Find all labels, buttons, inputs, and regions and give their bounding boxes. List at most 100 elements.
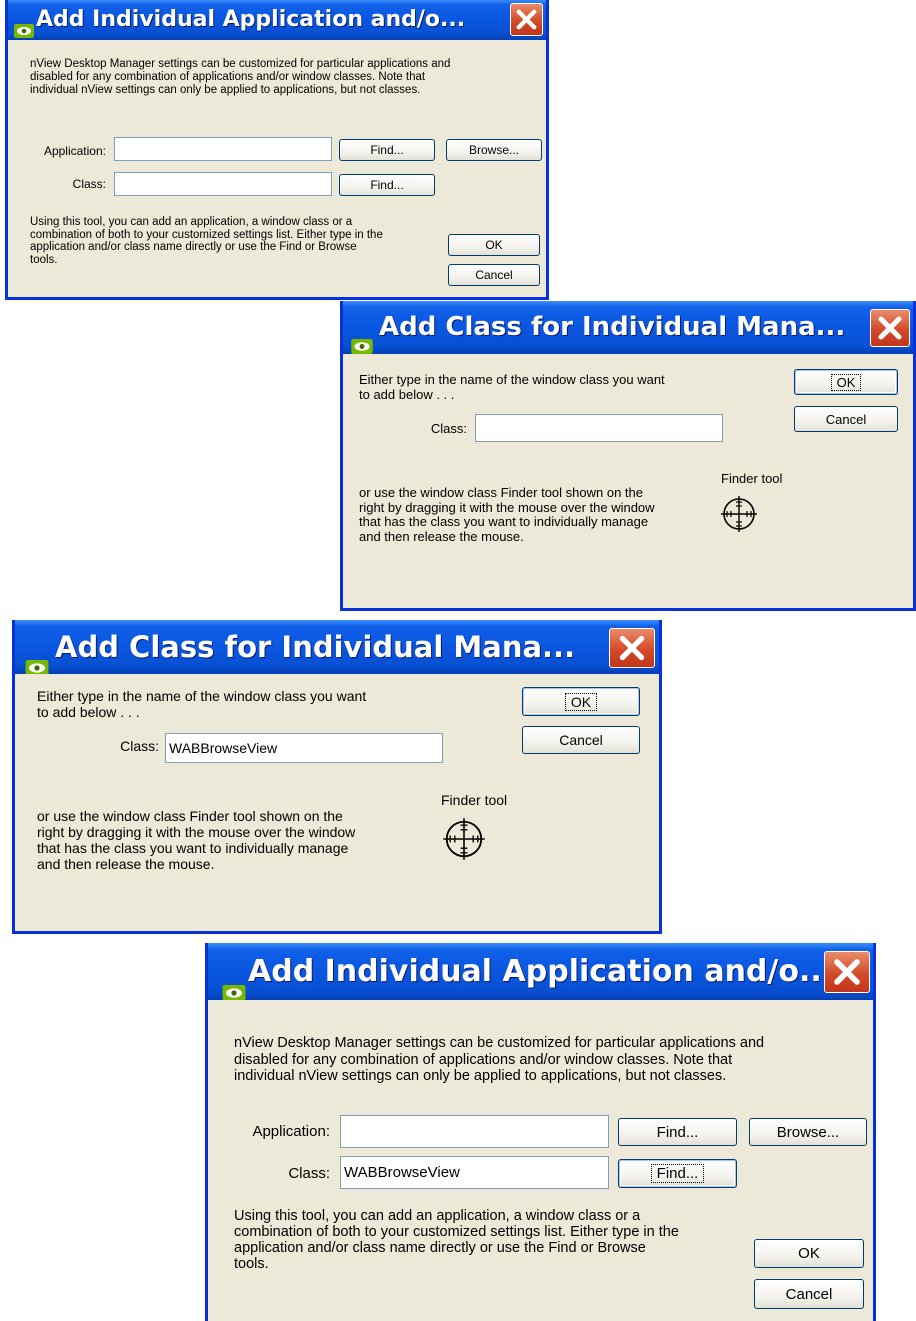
finder-line: that has the class you want to individua… (37, 840, 349, 856)
nvidia-eye-icon (351, 320, 373, 354)
nvidia-eye-icon (25, 639, 49, 674)
window-title: Add Individual Application and/o... (36, 7, 466, 32)
button-label: OK (830, 373, 862, 391)
button-label: Cancel (475, 268, 513, 282)
description-line: disabled for any combination of applicat… (234, 1051, 733, 1068)
intro-text: Either type in the name of the window cl… (359, 372, 665, 402)
application-label: Application: (252, 1123, 330, 1140)
application-input[interactable] (340, 1115, 609, 1148)
nvidia-eye-icon (14, 12, 34, 40)
close-button[interactable] (609, 628, 655, 668)
finder-line: or use the window class Finder tool show… (359, 485, 643, 500)
dialog-add-application-large: Add Individual Application and/o... nVie… (205, 943, 876, 1321)
intro-line: to add below . . . (359, 387, 455, 402)
application-input[interactable] (114, 137, 332, 161)
button-label: OK (798, 1245, 820, 1262)
button-label: Cancel (825, 411, 867, 427)
intro-text: Either type in the name of the window cl… (37, 688, 366, 720)
button-label: Find... (370, 178, 404, 192)
class-input[interactable]: WABBrowseView (340, 1156, 609, 1189)
cancel-button[interactable]: Cancel (522, 726, 640, 754)
help-line: combination of both to your customized s… (30, 228, 383, 241)
finder-tool-label: Finder tool (441, 792, 508, 808)
description-line: nView Desktop Manager settings can be cu… (30, 58, 451, 70)
cancel-button[interactable]: Cancel (794, 406, 898, 432)
button-label: OK (564, 692, 598, 711)
find-application-button[interactable]: Find... (618, 1118, 737, 1146)
ok-button[interactable]: OK (448, 234, 540, 256)
help-line: application and/or class name directly o… (30, 241, 357, 253)
description-text: nView Desktop Manager settings can be cu… (234, 1035, 764, 1085)
finder-text: or use the window class Finder tool show… (37, 808, 355, 872)
close-button[interactable] (824, 951, 870, 993)
finder-line: that has the class you want to individua… (359, 514, 649, 529)
browse-button[interactable]: Browse... (749, 1118, 867, 1146)
title-bar[interactable]: Add Individual Application and/o... (208, 943, 873, 1000)
description-line: disabled for any combination of applicat… (30, 71, 426, 83)
close-button[interactable] (870, 309, 910, 347)
button-label: OK (485, 238, 503, 252)
browse-button[interactable]: Browse... (446, 139, 542, 161)
title-bar[interactable]: Add Individual Application and/o... (8, 0, 546, 40)
help-line: Using this tool, you can add an applicat… (30, 216, 353, 228)
dialog-add-class-filled: Add Class for Individual Mana... Either … (12, 620, 662, 934)
class-label: Class: (72, 177, 106, 191)
class-input[interactable]: WABBrowseView (165, 733, 443, 763)
class-input[interactable] (475, 414, 723, 442)
button-label: Cancel (785, 1285, 833, 1303)
title-bar[interactable]: Add Class for Individual Mana... (15, 620, 659, 674)
description-line: individual nView settings can only be ap… (30, 84, 421, 96)
button-label: Find... (656, 1123, 699, 1141)
finder-line: and then release the mouse. (37, 856, 215, 872)
intro-line: Either type in the name of the window cl… (359, 372, 665, 387)
description-line: nView Desktop Manager settings can be cu… (234, 1035, 765, 1051)
ok-button[interactable]: OK (754, 1239, 864, 1268)
cancel-button[interactable]: Cancel (754, 1279, 864, 1309)
finder-line: and then release the mouse. (359, 528, 524, 544)
finder-line: right by dragging it with the mouse over… (37, 824, 356, 840)
description-text: nView Desktop Manager settings can be cu… (30, 58, 450, 97)
ok-button[interactable]: OK (794, 369, 898, 395)
finder-tool-label: Finder tool (721, 471, 783, 486)
window-title: Add Individual Application and/o... (248, 954, 834, 989)
dialog-add-application-small: Add Individual Application and/o... nVie… (5, 0, 549, 300)
help-line: tools. (234, 1256, 269, 1272)
intro-line: Either type in the name of the window cl… (37, 688, 367, 704)
cancel-button[interactable]: Cancel (448, 264, 540, 286)
finder-line: or use the window class Finder tool show… (37, 808, 343, 824)
find-application-button[interactable]: Find... (339, 139, 435, 161)
find-class-button[interactable]: Find... (339, 174, 435, 196)
nvidia-eye-icon (222, 963, 246, 1000)
close-x-icon (834, 959, 860, 985)
help-line: Using this tool, you can add an applicat… (234, 1208, 641, 1224)
window-title: Add Class for Individual Mana... (379, 312, 846, 342)
crosshair-finder-icon[interactable] (440, 816, 488, 867)
intro-line: to add below . . . (37, 704, 140, 720)
close-x-icon (619, 635, 645, 661)
crosshair-finder-icon[interactable] (719, 494, 759, 539)
close-x-icon (516, 9, 537, 30)
button-label: Find... (370, 143, 404, 157)
button-label: Cancel (559, 732, 603, 748)
finder-text: or use the window class Finder tool show… (359, 485, 655, 544)
finder-line: right by dragging it with the mouse over… (359, 499, 655, 515)
help-line: combination of both to your customized s… (234, 1224, 679, 1240)
class-label: Class: (430, 421, 467, 436)
help-line: tools. (30, 253, 58, 266)
description-line: individual nView settings can only be ap… (234, 1068, 727, 1084)
window-title: Add Class for Individual Mana... (55, 630, 576, 664)
application-label: Application: (43, 144, 106, 158)
help-text: Using this tool, you can add an applicat… (234, 1208, 679, 1272)
close-x-icon (878, 316, 902, 340)
button-label: Browse... (776, 1123, 840, 1141)
ok-button[interactable]: OK (522, 687, 640, 716)
class-input[interactable] (114, 172, 332, 196)
title-bar[interactable]: Add Class for Individual Mana... (343, 301, 913, 354)
find-class-button[interactable]: Find... (618, 1159, 737, 1188)
button-label: Find... (650, 1164, 705, 1183)
help-text: Using this tool, you can add an applicat… (30, 216, 383, 266)
class-label: Class: (288, 1165, 330, 1182)
close-button[interactable] (510, 3, 543, 36)
class-label: Class: (120, 738, 159, 754)
dialog-add-class-empty: Add Class for Individual Mana... Either … (340, 301, 916, 611)
